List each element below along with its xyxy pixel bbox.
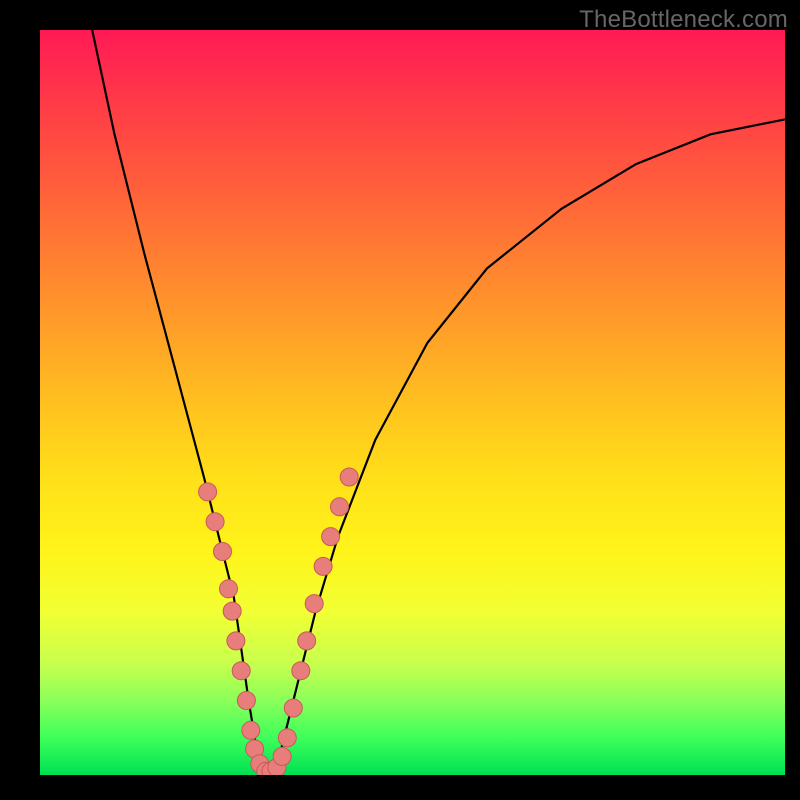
highlight-dot [232,662,250,680]
highlight-dot [237,692,255,710]
highlight-dot [298,632,316,650]
highlight-dot [273,747,291,765]
highlight-dots [199,468,359,775]
highlight-dot [292,662,310,680]
highlight-dot [223,602,241,620]
highlight-dot [220,580,238,598]
highlight-dot [214,543,232,561]
highlight-dot [331,498,349,516]
highlight-dot [305,595,323,613]
plot-area [40,30,785,775]
highlight-dot [199,483,217,501]
highlight-dot [206,513,224,531]
highlight-dot [242,721,260,739]
watermark-text: TheBottleneck.com [579,6,788,34]
highlight-dot [314,557,332,575]
chart-frame: TheBottleneck.com [0,0,800,800]
highlight-dot [340,468,358,486]
highlight-dot [278,729,296,747]
curve-layer [40,30,785,775]
highlight-dot [284,699,302,717]
highlight-dot [322,528,340,546]
bottleneck-curve [92,30,785,775]
highlight-dot [227,632,245,650]
